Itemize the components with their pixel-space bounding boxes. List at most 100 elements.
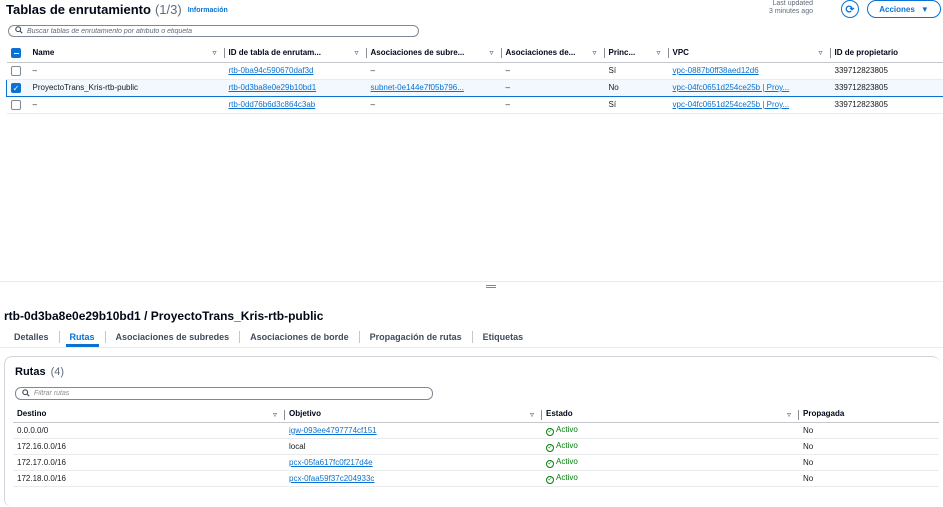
route-row: 0.0.0.0/0 igw-093ee4797774cf151 ✓ Activo … <box>13 422 939 439</box>
vpc-link[interactable]: vpc-0887b0ff38aed12d6 <box>673 66 759 75</box>
routes-filter-input[interactable] <box>34 390 414 397</box>
route-table-search[interactable] <box>8 25 419 37</box>
tab-etiquetas[interactable]: Etiquetas <box>473 327 534 347</box>
caret-down-icon: ▼ <box>920 4 929 14</box>
routes-filter[interactable] <box>15 387 433 400</box>
refresh-icon: ⟳ <box>845 3 855 16</box>
table-row[interactable]: – rtb-0dd76b6d3c864c3ab – – Sí vpc-04fc0… <box>6 96 943 114</box>
col-estado-label: Estado <box>546 409 573 419</box>
row-checkbox[interactable]: ✓ <box>11 82 21 93</box>
panel-splitter[interactable] <box>0 281 943 289</box>
route-status-label: Activo <box>556 456 578 466</box>
row-name: – <box>28 62 225 80</box>
route-propagated: No <box>799 470 939 487</box>
subnet-link[interactable]: subnet-0e144e7f05b796... <box>371 83 464 92</box>
col-vpc-label: VPC <box>672 48 689 58</box>
col-name-label: Name <box>32 48 55 58</box>
vpc-link[interactable]: vpc-04fc0651d254ce25b | Proy... <box>673 83 790 92</box>
table-row[interactable]: ✓ ProyectoTrans_Kris-rtb-public rtb-0d3b… <box>6 78 943 97</box>
drag-handle-icon[interactable] <box>486 285 496 288</box>
page-title: Tablas de enrutamiento <box>6 1 151 17</box>
row-edge-assoc: – <box>501 78 605 97</box>
select-all-header[interactable] <box>6 44 29 63</box>
route-status: ✓ Activo <box>542 438 799 455</box>
row-owner: 339712823805 <box>830 96 943 114</box>
route-status: ✓ Activo <box>542 454 799 471</box>
routes-header-row: Destino ▿ Objetivo ▿ Estado ▿ Propagada <box>13 406 939 423</box>
row-main: Sí <box>604 62 669 80</box>
route-target: local <box>285 438 542 455</box>
routes-header: Rutas (4) <box>15 366 64 378</box>
tab-asociaciones-subredes[interactable]: Asociaciones de subredes <box>106 327 240 347</box>
check-circle-icon: ✓ <box>546 443 554 452</box>
route-destination: 172.17.0.0/16 <box>13 454 285 471</box>
row-main: Sí <box>604 96 669 114</box>
check-circle-icon: ✓ <box>546 459 554 468</box>
actions-label: Acciones <box>879 4 915 14</box>
sort-icon: ▿ <box>272 410 277 419</box>
col-destino[interactable]: Destino ▿ <box>13 406 285 423</box>
col-subnet-assoc-label: Asociaciones de subre... <box>370 48 465 58</box>
sort-icon: ▿ <box>656 48 661 57</box>
row-edge-assoc: – <box>501 96 605 114</box>
last-updated: Last updated 3 minutes ago <box>769 0 813 16</box>
actions-button[interactable]: Acciones ▼ <box>867 0 941 18</box>
col-edge-assoc[interactable]: Asociaciones de... ▿ <box>501 44 605 63</box>
route-status: ✓ Activo <box>542 470 799 487</box>
last-updated-time: 3 minutes ago <box>769 8 813 15</box>
route-destination: 0.0.0.0/0 <box>13 422 285 439</box>
search-icon <box>22 388 30 399</box>
sort-icon: ▿ <box>818 48 823 57</box>
row-checkbox[interactable] <box>10 99 21 110</box>
route-row: 172.16.0.0/16 local ✓ Activo No <box>13 438 939 455</box>
select-all-checkbox[interactable] <box>10 47 21 58</box>
col-edge-assoc-label: Asociaciones de... <box>505 48 576 58</box>
route-target-link[interactable]: igw-093ee4797774cf151 <box>289 426 377 435</box>
detail-tabs: Detalles Rutas Asociaciones de subredes … <box>4 327 533 347</box>
search-icon <box>15 26 23 36</box>
route-table-id-link[interactable]: rtb-0dd76b6d3c864c3ab <box>229 100 316 109</box>
col-objetivo[interactable]: Objetivo ▿ <box>285 406 542 423</box>
sort-icon: ▿ <box>489 48 494 57</box>
selection-count: (1/3) <box>154 1 182 17</box>
route-table-id-link[interactable]: rtb-0ba94c590670daf3d <box>229 66 314 75</box>
route-target-link[interactable]: pcx-05fa617fc0f217d4e <box>289 458 373 467</box>
page-header: Tablas de enrutamiento (1/3) Información <box>6 0 228 18</box>
col-main-label: Princ... <box>608 48 636 58</box>
row-subnet-assoc: – <box>366 96 502 114</box>
refresh-button[interactable]: ⟳ <box>841 0 859 18</box>
col-subnet-assoc[interactable]: Asociaciones de subre... ▿ <box>366 44 502 63</box>
col-name[interactable]: Name ▿ <box>28 44 225 63</box>
route-status-label: Activo <box>556 472 578 482</box>
vpc-link[interactable]: vpc-04fc0651d254ce25b | Proy... <box>673 100 790 109</box>
col-propagada[interactable]: Propagada <box>799 406 939 423</box>
info-link[interactable]: Información <box>188 7 228 14</box>
col-main[interactable]: Princ... ▿ <box>604 44 669 63</box>
sort-icon: ▿ <box>212 48 217 57</box>
tab-propagacion-rutas[interactable]: Propagación de rutas <box>360 327 472 347</box>
table-row[interactable]: – rtb-0ba94c590670daf3d – – Sí vpc-0887b… <box>6 62 943 80</box>
route-tables-table: Name ▿ ID de tabla de enrutam... ▿ Asociac… <box>6 44 943 114</box>
row-checkbox[interactable] <box>10 65 21 76</box>
route-propagated: No <box>799 438 939 455</box>
col-id[interactable]: ID de tabla de enrutam... ▿ <box>224 44 367 63</box>
col-estado[interactable]: Estado ▿ <box>542 406 799 423</box>
route-target-link[interactable]: pcx-0faa59f37c204933c <box>289 474 374 483</box>
tab-detalles[interactable]: Detalles <box>4 327 59 347</box>
row-main: No <box>604 78 669 97</box>
route-table-id-link[interactable]: rtb-0d3ba8e0e29b10bd1 <box>229 83 317 92</box>
routes-container: Rutas (4) Destino ▿ Objetivo ▿ Estado ▿ Pro… <box>4 356 940 507</box>
route-propagated: No <box>799 422 939 439</box>
col-vpc[interactable]: VPC ▿ <box>668 44 831 63</box>
col-propagada-label: Propagada <box>803 409 845 419</box>
col-destino-label: Destino <box>17 409 47 419</box>
tab-asociaciones-borde[interactable]: Asociaciones de borde <box>240 327 359 347</box>
row-edge-assoc: – <box>501 62 605 80</box>
route-propagated: No <box>799 454 939 471</box>
detail-title: rtb-0d3ba8e0e29b10bd1 / ProyectoTrans_Kr… <box>4 309 324 323</box>
col-owner[interactable]: ID de propietario <box>830 44 943 63</box>
tab-rutas[interactable]: Rutas <box>60 327 105 347</box>
route-row: 172.18.0.0/16 pcx-0faa59f37c204933c ✓ Act… <box>13 470 939 487</box>
route-destination: 172.18.0.0/16 <box>13 470 285 487</box>
search-input[interactable] <box>27 27 407 35</box>
